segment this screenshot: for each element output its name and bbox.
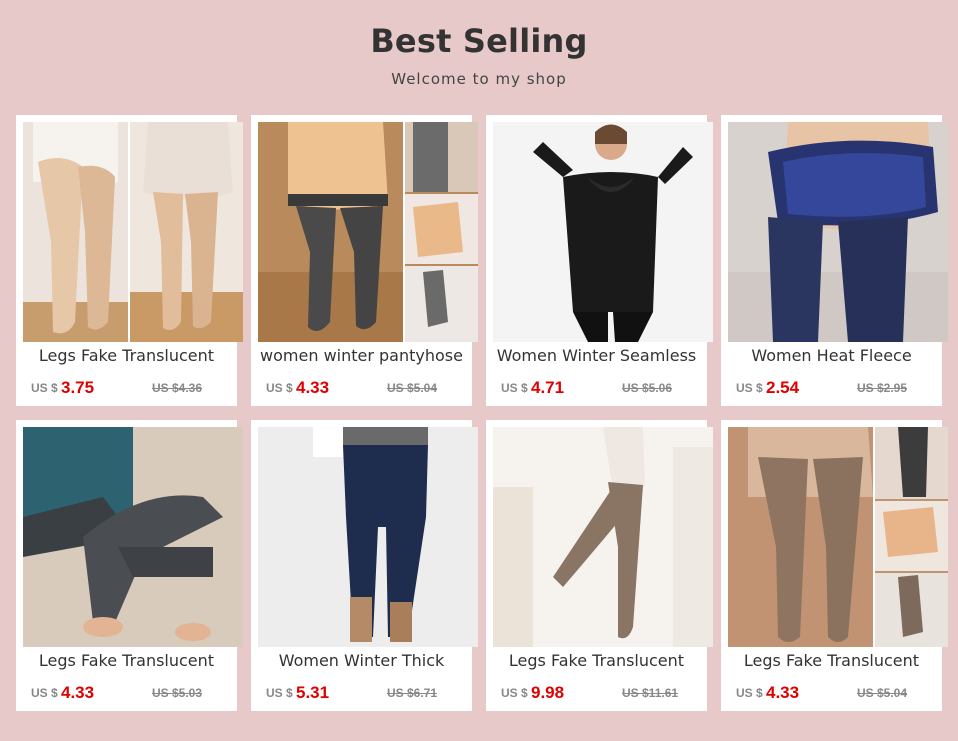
price-row: US $ 5.31 US $6.71: [251, 683, 472, 705]
product-image[interactable]: [23, 427, 243, 647]
price-row: US $ 9.98 US $11.61: [486, 683, 707, 705]
page-subtitle: Welcome to my shop: [391, 70, 567, 88]
product-image[interactable]: [728, 122, 948, 342]
original-price: US $5.04: [857, 686, 908, 700]
original-price: US $6.71: [387, 686, 438, 700]
product-name[interactable]: Legs Fake Translucent: [16, 346, 237, 365]
product-card[interactable]: Women Winter Seamless US $ 4.71 US $5.06: [486, 115, 713, 406]
original-price: US $5.04: [387, 381, 438, 395]
currency-label: US $: [266, 686, 293, 700]
product-image[interactable]: [493, 427, 713, 647]
product-card[interactable]: women winter pantyhose US $ 4.33 US $5.0…: [251, 115, 478, 406]
product-name[interactable]: Women Winter Seamless: [486, 346, 707, 365]
product-name[interactable]: Legs Fake Translucent: [16, 651, 237, 670]
original-price: US $2.95: [857, 381, 908, 395]
product-card[interactable]: Women Winter Thick US $ 5.31 US $6.71: [251, 420, 478, 711]
currency-label: US $: [501, 686, 528, 700]
original-price: US $4.36: [152, 381, 203, 395]
currency-label: US $: [31, 686, 58, 700]
sale-price: 4.71: [531, 378, 565, 397]
sale-price: 2.54: [766, 378, 800, 397]
original-price: US $11.61: [622, 686, 679, 700]
product-name[interactable]: women winter pantyhose: [251, 346, 472, 365]
product-name[interactable]: Women Winter Thick: [251, 651, 472, 670]
product-card[interactable]: Legs Fake Translucent US $ 3.75 US $4.36: [16, 115, 243, 406]
original-price: US $5.03: [152, 686, 203, 700]
sale-price: 4.33: [61, 683, 95, 702]
price-row: US $ 4.71 US $5.06: [486, 378, 707, 400]
sale-price: 5.31: [296, 683, 330, 702]
currency-label: US $: [736, 686, 763, 700]
product-card[interactable]: Legs Fake Translucent US $ 9.98 US $11.6…: [486, 420, 713, 711]
price-row: US $ 4.33 US $5.03: [16, 683, 237, 705]
product-image[interactable]: [493, 122, 713, 342]
sale-price: 3.75: [61, 378, 95, 397]
product-image[interactable]: [258, 427, 478, 647]
currency-label: US $: [31, 381, 58, 395]
product-card[interactable]: Legs Fake Translucent US $ 4.33 US $5.04: [721, 420, 948, 711]
currency-label: US $: [266, 381, 293, 395]
sale-price: 4.33: [296, 378, 330, 397]
product-card[interactable]: Women Heat Fleece US $ 2.54 US $2.95: [721, 115, 948, 406]
product-card[interactable]: Legs Fake Translucent US $ 4.33 US $5.03: [16, 420, 243, 711]
page-header: Best Selling Welcome to my shop: [0, 0, 958, 88]
price-row: US $ 4.33 US $5.04: [251, 378, 472, 400]
currency-label: US $: [736, 381, 763, 395]
product-image[interactable]: [258, 122, 478, 342]
sale-price: 9.98: [531, 683, 565, 702]
price-row: US $ 3.75 US $4.36: [16, 378, 237, 400]
original-price: US $5.06: [622, 381, 673, 395]
sale-price: 4.33: [766, 683, 800, 702]
product-image[interactable]: [728, 427, 948, 647]
product-name[interactable]: Legs Fake Translucent: [721, 651, 942, 670]
product-name[interactable]: Legs Fake Translucent: [486, 651, 707, 670]
price-row: US $ 2.54 US $2.95: [721, 378, 942, 400]
page-title: Best Selling: [370, 22, 588, 60]
product-image[interactable]: [23, 122, 243, 342]
product-name[interactable]: Women Heat Fleece: [721, 346, 942, 365]
currency-label: US $: [501, 381, 528, 395]
price-row: US $ 4.33 US $5.04: [721, 683, 942, 705]
